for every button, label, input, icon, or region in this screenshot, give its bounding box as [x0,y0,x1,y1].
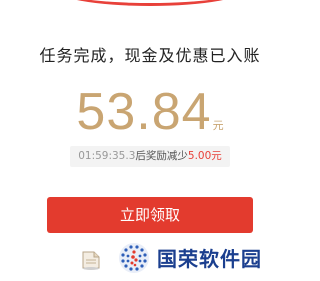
reward-amount: 53.84元 [0,82,300,142]
countdown-reduction: 5.00元 [187,150,222,162]
reward-amount-unit: 元 [212,119,224,132]
top-decorative-arc [52,0,248,6]
claim-now-button[interactable]: 立即领取 [47,197,253,233]
document-icon [82,251,100,270]
countdown-notice: 01:59:35.3后奖励减少5.00元 [70,146,230,167]
reward-amount-value: 53.84 [76,83,212,141]
watermark-brand-text: 国荣软件园 [157,247,262,271]
globe-logo-icon [119,243,149,273]
countdown-text: 后奖励减少 [135,150,188,162]
countdown-time: 01:59:35.3 [78,150,136,162]
task-complete-headline: 任务完成，现金及优惠已入账 [39,46,261,65]
